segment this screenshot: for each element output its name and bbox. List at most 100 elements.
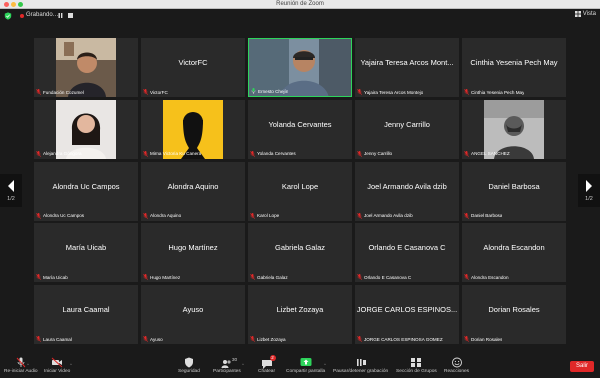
participant-tile[interactable]: Yolanda Cervantes Yolanda Cervantes [248,99,352,159]
stop-recording-icon[interactable] [68,13,73,18]
meeting-toolbar: Re-iniciar Audio ^ Iniciar Video ^ Segur… [0,355,600,378]
participant-display-name: Alondra Aquino [167,181,219,191]
record-button[interactable]: Pausar/detener grabación [333,357,388,374]
participant-tile[interactable]: Laura Caamal Laura Caamal [34,285,138,345]
participant-name-tag: María Uicab [36,273,68,281]
start-video-button[interactable]: Iniciar Video [44,357,70,374]
unmute-button[interactable]: Re-iniciar Audio [4,357,38,374]
participant-name-tag: Alondra Uc Campos [36,212,84,220]
participant-name-tag: Alejandra Góngora [36,150,82,158]
audio-options-caret-icon[interactable]: ^ [27,362,29,367]
participant-display-name: Karol Lope [281,181,319,191]
share-screen-button[interactable]: Compartir pantalla [286,357,325,374]
chevron-right-icon [586,180,592,192]
muted-microphone-icon [143,336,148,343]
participant-display-name: Laura Caamal [62,305,110,315]
muted-microphone-icon [36,89,41,95]
participant-name-label: Alondra Aquino [150,213,182,219]
participant-tile[interactable]: María Uicab María Uicab [34,223,138,283]
participant-tile[interactable]: Cinthia Yesenia Pech May Cinthia Yesenia … [462,38,566,97]
participant-tile[interactable]: Alejandra Góngora [34,99,138,159]
participants-count: 30 [231,358,238,363]
muted-microphone-icon [36,150,41,157]
participant-name-tag: Hugo Martínez [143,273,180,281]
muted-microphone-icon [250,212,255,219]
muted-microphone-icon [36,274,41,281]
participant-name-label: JORGE CARLOS ESPINOSA GOMEZ [364,336,443,342]
recording-status: Grabando… [26,12,59,18]
muted-microphone-icon [143,150,148,157]
muted-microphone-icon [464,150,469,157]
muted-microphone-icon [357,89,362,95]
participant-name-label: Yajaira Teresa Arcos Montejo [364,89,424,95]
muted-microphone-icon [250,274,255,281]
participant-tile[interactable]: Joel Armando Avila dzib Joel Armando Avil… [355,161,459,221]
muted-microphone-icon [250,150,255,157]
leave-meeting-button[interactable]: Salir [570,361,594,372]
participant-tile[interactable]: Alondra Escandon Alondra Escandon [462,223,566,283]
next-page-button[interactable]: 1/2 [578,174,600,207]
reactions-button[interactable]: Reacciones [444,357,469,374]
pause-recording-icon[interactable] [58,13,63,18]
title-bar: Reunión de Zoom [0,0,600,9]
participant-tile[interactable]: Gabriela Galaz Gabriela Galaz [248,223,352,283]
participant-name-tag: Ernesto Chejín [251,87,288,95]
muted-microphone-icon [464,212,469,219]
participant-name-label: Lizbet Zozaya [257,336,286,342]
view-button[interactable]: Vista [574,11,596,17]
shield-icon [184,357,193,368]
participant-name-tag: Fundación Cozumel [36,88,84,96]
zoom-window: Reunión de Zoom Grabando… Vista 1/2 1/2 … [0,0,600,378]
smiley-face-icon [451,357,462,368]
participant-name-tag: Alondra Escandon [464,273,509,281]
participant-display-name: Alondra Uc Campos [52,181,120,191]
muted-microphone-icon [143,274,148,281]
participant-tile[interactable]: Ayuso Ayuso [141,285,245,345]
share-options-caret-icon[interactable]: ^ [324,362,326,367]
participant-tile[interactable]: Hugo Martínez Hugo Martínez [141,223,245,283]
participant-tile[interactable]: Alondra Uc Campos Alondra Uc Campos [34,161,138,221]
participant-tile[interactable]: Yajaira Teresa Arcos Mont... Yajaira Tere… [355,38,459,97]
record-label: Pausar/detener grabación [333,369,389,374]
participant-name-label: Jenny Carrillo [364,151,393,157]
page-indicator-right: 1/2 [585,196,593,202]
muted-microphone-icon [143,89,148,95]
participant-name-tag: Daniel Barbosa [464,212,502,220]
participant-name-label: Dorian Rosales [471,336,503,342]
breakout-rooms-button[interactable]: Sección de Grupos [396,357,437,374]
participant-tile[interactable]: ANGEL SANCHEZ [462,99,566,159]
security-label: Seguridad [178,369,200,374]
participant-name-label: Ernesto Chejín [258,88,289,94]
security-shield-icon[interactable] [4,12,12,20]
chat-unread-badge: 2 [269,355,276,361]
participant-tile[interactable]: VictorFC VictorFC [141,38,245,97]
participant-name-label: María Uicab [43,274,68,280]
pause-stop-recording-icon [356,359,366,366]
participant-tile[interactable]: Orlando E Casanova C Orlando E Casanova C [355,223,459,283]
meeting-top-bar: Grabando… Vista [0,9,600,23]
window-title: Reunión de Zoom [276,1,324,7]
participant-tile[interactable]: Alondra Aquino Alondra Aquino [141,161,245,221]
previous-page-button[interactable]: 1/2 [0,174,22,207]
participant-tile[interactable]: JORGE CARLOS ESPINOS... JORGE CARLOS ESPI… [355,285,459,345]
security-button[interactable]: Seguridad [178,357,200,374]
participant-name-tag: Cinthia Yesenia Pech May [464,88,524,96]
participant-tile[interactable]: Mirna Victoria Ku Canera [141,99,245,159]
participant-tile[interactable]: Fundación Cozumel [34,38,138,97]
participant-display-name: Ayuso [182,305,204,315]
participant-display-name: Yajaira Teresa Arcos Mont... [360,58,454,67]
participant-name-tag: JORGE CARLOS ESPINOSA GOMEZ [357,335,443,343]
chat-button[interactable]: 2 Chatear [258,355,276,374]
video-options-caret-icon[interactable]: ^ [70,362,72,367]
participant-tile[interactable]: Lizbet Zozaya Lizbet Zozaya [248,285,352,345]
participants-caret-icon[interactable]: ^ [242,362,244,367]
participant-tile[interactable]: Jenny Carrillo Jenny Carrillo [355,99,459,159]
participants-button[interactable]: 30 Participantes [213,357,241,374]
participant-name-tag: Orlando E Casanova C [357,273,411,281]
participant-tile[interactable]: Ernesto Chejín [248,38,352,97]
participant-display-name: Orlando E Casanova C [368,243,446,253]
participant-tile[interactable]: Daniel Barbosa Daniel Barbosa [462,161,566,221]
participant-tile[interactable]: Dorian Rosales Dorian Rosales [462,285,566,345]
participant-tile[interactable]: Karol Lope Karol Lope [248,161,352,221]
page-indicator-left: 1/2 [7,196,15,202]
